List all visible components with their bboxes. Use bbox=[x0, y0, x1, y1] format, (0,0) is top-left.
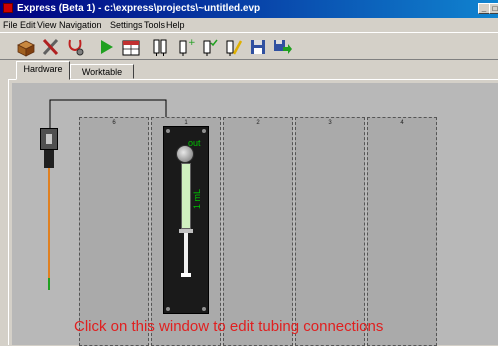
tubing-tip bbox=[48, 278, 50, 290]
column-number: 4 bbox=[400, 120, 404, 126]
worktable-column[interactable]: 2 bbox=[223, 117, 293, 346]
tab-hardware[interactable]: Hardware bbox=[16, 61, 70, 80]
hint-text: Click on this window to edit tubing conn… bbox=[74, 318, 384, 335]
mount-screw bbox=[166, 129, 170, 133]
column-number: 6 bbox=[112, 120, 116, 126]
syringe-barrel bbox=[181, 163, 191, 229]
mount-screw bbox=[202, 129, 206, 133]
valve-stem bbox=[44, 150, 54, 168]
worktable-column[interactable]: 4 bbox=[367, 117, 437, 346]
syringe-plunger-rod[interactable] bbox=[184, 233, 188, 273]
mount-screw bbox=[166, 307, 170, 311]
valve-block[interactable] bbox=[40, 128, 58, 150]
syringe-plunger-base bbox=[181, 273, 191, 277]
column-number: 2 bbox=[256, 120, 260, 126]
tubing-line[interactable] bbox=[48, 168, 50, 278]
worktable-column[interactable]: 6 bbox=[79, 117, 149, 346]
worktable-column[interactable]: 3 bbox=[295, 117, 365, 346]
mount-screw bbox=[202, 307, 206, 311]
syringe-pump[interactable]: out 1 mL bbox=[163, 126, 209, 314]
port-label: out bbox=[188, 138, 201, 148]
volume-label: 1 mL bbox=[192, 188, 202, 209]
column-number: 3 bbox=[328, 120, 332, 126]
